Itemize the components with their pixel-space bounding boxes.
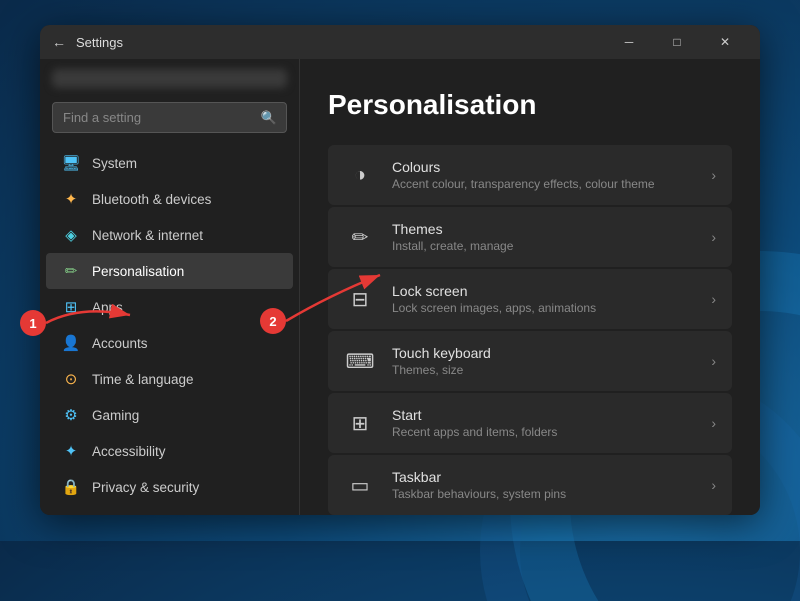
- settings-item-lock-screen[interactable]: ⊟ Lock screen Lock screen images, apps, …: [328, 269, 732, 329]
- personalisation-icon: ✏: [62, 262, 80, 280]
- search-box: 🔍: [52, 102, 287, 133]
- sidebar-label-bluetooth: Bluetooth & devices: [92, 192, 211, 207]
- taskbar-text: Taskbar Taskbar behaviours, system pins: [392, 469, 695, 501]
- themes-title: Themes: [392, 221, 695, 237]
- lock-screen-chevron: ›: [711, 291, 716, 307]
- titlebar: ← Settings ─ □ ✕: [40, 25, 760, 59]
- page-title: Personalisation: [328, 89, 732, 121]
- taskbar-desc: Taskbar behaviours, system pins: [392, 487, 695, 501]
- sidebar-item-accounts[interactable]: 👤 Accounts: [46, 325, 293, 361]
- sidebar-label-privacy: Privacy & security: [92, 480, 199, 495]
- apps-icon: ⊞: [62, 298, 80, 316]
- sidebar: 🔍 🖥 System ✦ Bluetooth & devices ◈ Netwo…: [40, 59, 300, 515]
- network-icon: ◈: [62, 226, 80, 244]
- themes-chevron: ›: [711, 229, 716, 245]
- touch-keyboard-text: Touch keyboard Themes, size: [392, 345, 695, 377]
- settings-item-start[interactable]: ⊞ Start Recent apps and items, folders ›: [328, 393, 732, 453]
- sidebar-label-accessibility: Accessibility: [92, 444, 166, 459]
- sidebar-item-apps[interactable]: ⊞ Apps: [46, 289, 293, 325]
- sidebar-label-personalisation: Personalisation: [92, 264, 184, 279]
- lock-screen-desc: Lock screen images, apps, animations: [392, 301, 695, 315]
- settings-item-taskbar[interactable]: ▭ Taskbar Taskbar behaviours, system pin…: [328, 455, 732, 515]
- settings-item-colours[interactable]: ◑ Colours Accent colour, transparency ef…: [328, 145, 732, 205]
- settings-item-themes[interactable]: ✏ Themes Install, create, manage ›: [328, 207, 732, 267]
- taskbar-title: Taskbar: [392, 469, 695, 485]
- sidebar-label-network: Network & internet: [92, 228, 203, 243]
- start-desc: Recent apps and items, folders: [392, 425, 695, 439]
- sidebar-item-gaming[interactable]: ⚙ Gaming: [46, 397, 293, 433]
- touch-keyboard-icon: ⌨: [344, 345, 376, 377]
- main-content: Personalisation ◑ Colours Accent colour,…: [300, 59, 760, 515]
- touch-keyboard-desc: Themes, size: [392, 363, 695, 377]
- bluetooth-icon: ✦: [62, 190, 80, 208]
- touch-keyboard-chevron: ›: [711, 353, 716, 369]
- sidebar-item-accessibility[interactable]: ✦ Accessibility: [46, 433, 293, 469]
- sidebar-item-system[interactable]: 🖥 System: [46, 145, 293, 181]
- back-button[interactable]: ←: [52, 34, 66, 50]
- search-icon: 🔍: [261, 110, 277, 126]
- settings-window: ← Settings ─ □ ✕ 🔍 🖥 Sy: [40, 25, 760, 515]
- close-button[interactable]: ✕: [702, 27, 748, 57]
- touch-keyboard-title: Touch keyboard: [392, 345, 695, 361]
- sidebar-label-accounts: Accounts: [92, 336, 148, 351]
- content-area: 🔍 🖥 System ✦ Bluetooth & devices ◈ Netwo…: [40, 59, 760, 515]
- accounts-icon: 👤: [62, 334, 80, 352]
- search-input[interactable]: [52, 102, 287, 133]
- themes-text: Themes Install, create, manage: [392, 221, 695, 253]
- user-profile: [52, 69, 287, 88]
- maximize-button[interactable]: □: [654, 27, 700, 57]
- sidebar-item-bluetooth[interactable]: ✦ Bluetooth & devices: [46, 181, 293, 217]
- system-icon: 🖥: [62, 154, 80, 172]
- start-chevron: ›: [711, 415, 716, 431]
- time-icon: ⊙: [62, 370, 80, 388]
- themes-desc: Install, create, manage: [392, 239, 695, 253]
- gaming-icon: ⚙: [62, 406, 80, 424]
- lock-screen-title: Lock screen: [392, 283, 695, 299]
- lock-screen-text: Lock screen Lock screen images, apps, an…: [392, 283, 695, 315]
- settings-item-touch-keyboard[interactable]: ⌨ Touch keyboard Themes, size ›: [328, 331, 732, 391]
- colours-desc: Accent colour, transparency effects, col…: [392, 177, 695, 191]
- sidebar-label-system: System: [92, 156, 137, 171]
- window-controls: ─ □ ✕: [606, 27, 748, 57]
- sidebar-label-apps: Apps: [92, 300, 123, 315]
- privacy-icon: 🔒: [62, 478, 80, 496]
- accessibility-icon: ✦: [62, 442, 80, 460]
- sidebar-item-privacy[interactable]: 🔒 Privacy & security: [46, 469, 293, 505]
- sidebar-item-time[interactable]: ⊙ Time & language: [46, 361, 293, 397]
- colours-text: Colours Accent colour, transparency effe…: [392, 159, 695, 191]
- start-text: Start Recent apps and items, folders: [392, 407, 695, 439]
- start-icon: ⊞: [344, 407, 376, 439]
- window-title: Settings: [76, 35, 606, 50]
- taskbar-chevron: ›: [711, 477, 716, 493]
- lock-screen-icon: ⊟: [344, 283, 376, 315]
- minimize-button[interactable]: ─: [606, 27, 652, 57]
- themes-icon: ✏: [344, 221, 376, 253]
- sidebar-item-personalisation[interactable]: ✏ Personalisation: [46, 253, 293, 289]
- colours-chevron: ›: [711, 167, 716, 183]
- settings-list: ◑ Colours Accent colour, transparency ef…: [328, 145, 732, 515]
- taskbar-icon: ▭: [344, 469, 376, 501]
- colours-icon: ◑: [344, 159, 376, 191]
- sidebar-label-time: Time & language: [92, 372, 194, 387]
- colours-title: Colours: [392, 159, 695, 175]
- sidebar-label-gaming: Gaming: [92, 408, 139, 423]
- start-title: Start: [392, 407, 695, 423]
- nav-list: 🖥 System ✦ Bluetooth & devices ◈ Network…: [40, 145, 299, 505]
- sidebar-item-network[interactable]: ◈ Network & internet: [46, 217, 293, 253]
